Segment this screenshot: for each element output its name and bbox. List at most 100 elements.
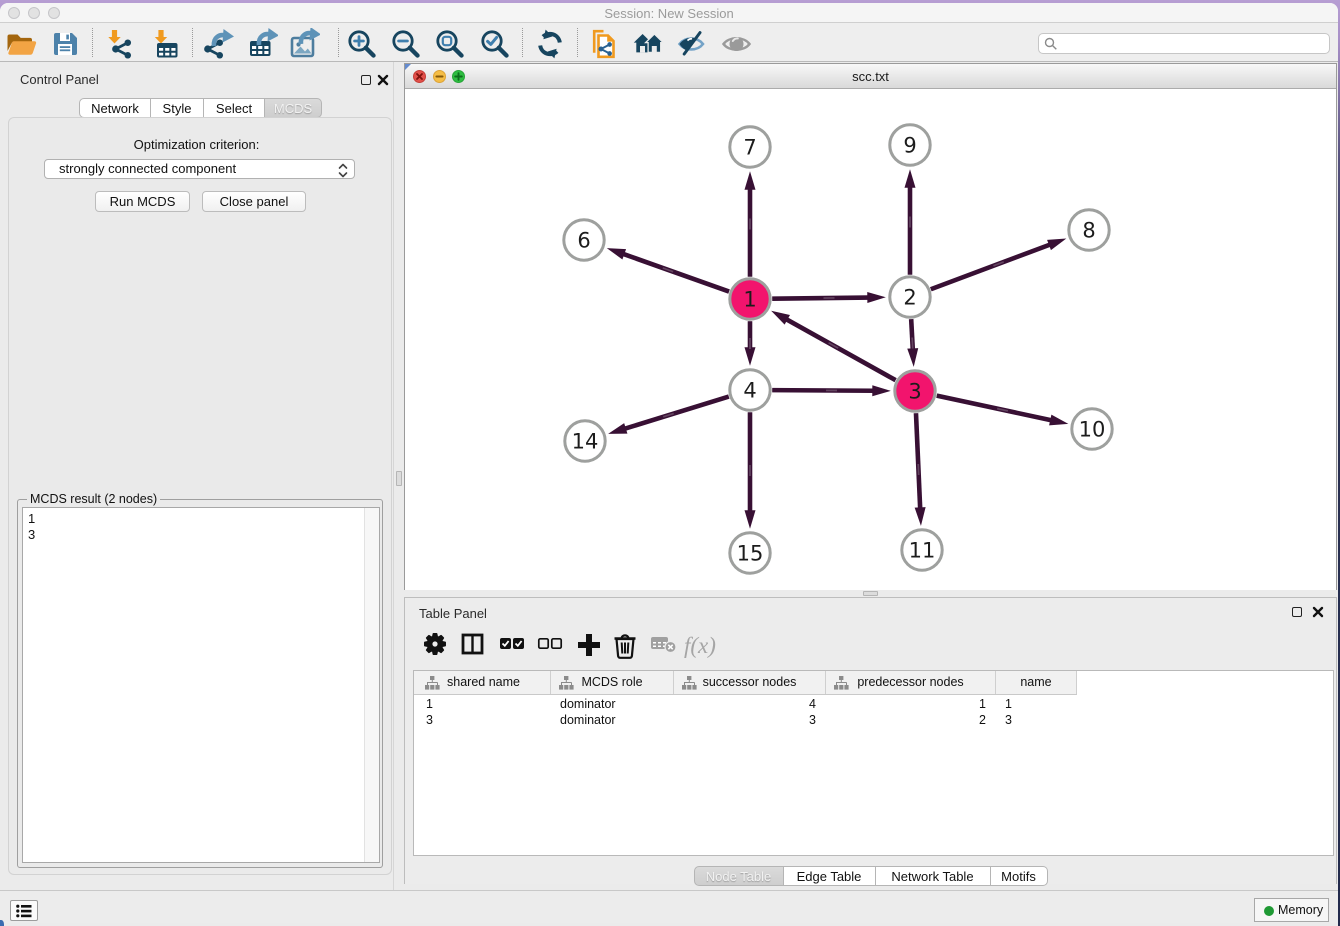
hide-details-button[interactable]	[676, 28, 708, 60]
graph-node-label-4: 4	[743, 379, 756, 403]
edge-3-10[interactable]	[937, 396, 1052, 421]
graph-node-label-2: 2	[903, 286, 916, 310]
mcds-result-item[interactable]: 3	[23, 527, 379, 543]
delete-table-button[interactable]	[651, 633, 679, 664]
home-view-button[interactable]	[633, 28, 665, 60]
cell-MCDS-role[interactable]: dominator	[560, 696, 664, 712]
zoom-selected-button[interactable]	[479, 28, 511, 60]
deselect-all-button[interactable]	[537, 633, 563, 664]
tab-mcds[interactable]: MCDS	[265, 98, 322, 118]
criterion-value: strongly connected component	[59, 161, 236, 176]
export-network-button[interactable]	[202, 28, 234, 60]
cell-successor-nodes[interactable]: 3	[683, 712, 816, 728]
table-tab-network-table[interactable]: Network Table	[876, 866, 991, 886]
edge-arrow-4-14	[608, 423, 627, 434]
network-frame-title: scc.txt	[405, 69, 1336, 84]
show-details-button[interactable]	[721, 28, 753, 60]
split-columns-button[interactable]	[461, 633, 487, 664]
svg-text:f(x): f(x)	[684, 633, 716, 658]
cell-shared-name[interactable]: 3	[426, 712, 541, 728]
zoom-out-button[interactable]	[390, 28, 422, 60]
edge-3-1[interactable]	[786, 319, 895, 380]
vertical-split-divider[interactable]	[393, 62, 404, 890]
gear-icon	[424, 633, 450, 659]
table-row-1[interactable]: 1 dominator 4 1 1	[414, 696, 1333, 712]
open-file-icon	[5, 28, 37, 60]
edge-1-6[interactable]	[623, 254, 729, 292]
gear-button[interactable]	[424, 633, 450, 664]
add-column-icon	[577, 633, 603, 659]
import-table-button[interactable]	[150, 28, 182, 60]
add-column-button[interactable]	[577, 633, 603, 664]
float-table-panel-icon[interactable]	[1292, 607, 1302, 617]
horizontal-split-divider[interactable]	[404, 590, 1337, 597]
column-type-icon	[682, 676, 697, 690]
frame-resize-corner	[405, 64, 411, 70]
result-scrollbar[interactable]	[364, 508, 379, 862]
run-mcds-button[interactable]: Run MCDS	[95, 191, 190, 212]
edge-3-11[interactable]	[916, 413, 920, 508]
table-tab-node-table[interactable]: Node Table	[694, 866, 784, 886]
column-header-name[interactable]: name	[996, 671, 1077, 694]
split-columns-icon	[461, 633, 487, 659]
zoom-fit-button[interactable]	[434, 28, 466, 60]
cell-successor-nodes[interactable]: 4	[683, 696, 816, 712]
import-network-button[interactable]	[105, 28, 137, 60]
desktop-corner	[0, 920, 4, 926]
edge-4-14[interactable]	[625, 397, 729, 429]
export-image-button[interactable]	[288, 28, 320, 60]
export-table-button[interactable]	[246, 28, 278, 60]
column-header-shared-name[interactable]: shared name	[417, 671, 551, 694]
delete-column-button[interactable]	[613, 633, 639, 664]
deselect-all-icon	[537, 633, 563, 659]
edge-1-2[interactable]	[772, 298, 868, 299]
table-tab-edge-table[interactable]: Edge Table	[784, 866, 876, 886]
refresh-button[interactable]	[534, 28, 566, 60]
open-file-button[interactable]	[5, 28, 37, 60]
column-header-successor-nodes[interactable]: successor nodes	[674, 671, 826, 694]
app-window: Session: New Session	[0, 3, 1338, 926]
tab-select[interactable]: Select	[204, 98, 265, 118]
table-panel: Table Panel f(x) shared name MCDS role s…	[404, 597, 1337, 884]
vertical-divider-grip[interactable]	[396, 471, 402, 486]
zoom-out-icon	[390, 28, 422, 60]
graph-node-label-14: 14	[572, 430, 599, 454]
optimization-criterion-label: Optimization criterion:	[0, 137, 393, 152]
zoom-in-button[interactable]	[346, 28, 378, 60]
cell-MCDS-role[interactable]: dominator	[560, 712, 664, 728]
table-panel-title: Table Panel	[419, 606, 487, 621]
cell-name[interactable]: 1	[1005, 696, 1067, 712]
table-tab-motifs[interactable]: Motifs	[991, 866, 1048, 886]
cell-shared-name[interactable]: 1	[426, 696, 541, 712]
edge-4-3[interactable]	[772, 390, 873, 391]
search-input[interactable]	[1038, 33, 1330, 54]
close-panel-button[interactable]: Close panel	[202, 191, 306, 212]
graph-node-label-1: 1	[743, 288, 756, 312]
table-row-3[interactable]: 3 dominator 3 2 3	[414, 712, 1333, 728]
mcds-result-list[interactable]: 13	[22, 507, 380, 863]
toolbar-separator	[522, 28, 523, 57]
edge-2-8[interactable]	[931, 245, 1050, 290]
save-session-button[interactable]	[49, 28, 81, 60]
task-history-button[interactable]	[10, 900, 38, 921]
edge-arrow-3-11	[915, 507, 926, 526]
close-table-panel-icon[interactable]	[1312, 606, 1324, 618]
function-builder-button[interactable]: f(x)	[684, 633, 718, 664]
mcds-result-item[interactable]: 1	[23, 511, 379, 527]
cell-name[interactable]: 3	[1005, 712, 1067, 728]
cell-predecessor-nodes[interactable]: 2	[835, 712, 986, 728]
tab-network[interactable]: Network	[79, 98, 151, 118]
cell-predecessor-nodes[interactable]: 1	[835, 696, 986, 712]
memory-button[interactable]: Memory	[1254, 898, 1329, 922]
select-all-button[interactable]	[499, 633, 525, 664]
close-panel-icon[interactable]	[377, 74, 389, 86]
criterion-dropdown[interactable]: strongly connected component	[44, 159, 355, 179]
column-header-predecessor-nodes[interactable]: predecessor nodes	[826, 671, 996, 694]
column-header-MCDS-role[interactable]: MCDS role	[551, 671, 674, 694]
main-toolbar	[0, 23, 1338, 62]
copy-network-button[interactable]	[588, 28, 620, 60]
horizontal-divider-grip[interactable]	[863, 591, 878, 596]
network-canvas[interactable]: 1234678910111415	[405, 90, 1336, 590]
tab-style[interactable]: Style	[151, 98, 204, 118]
float-panel-icon[interactable]	[361, 75, 371, 85]
